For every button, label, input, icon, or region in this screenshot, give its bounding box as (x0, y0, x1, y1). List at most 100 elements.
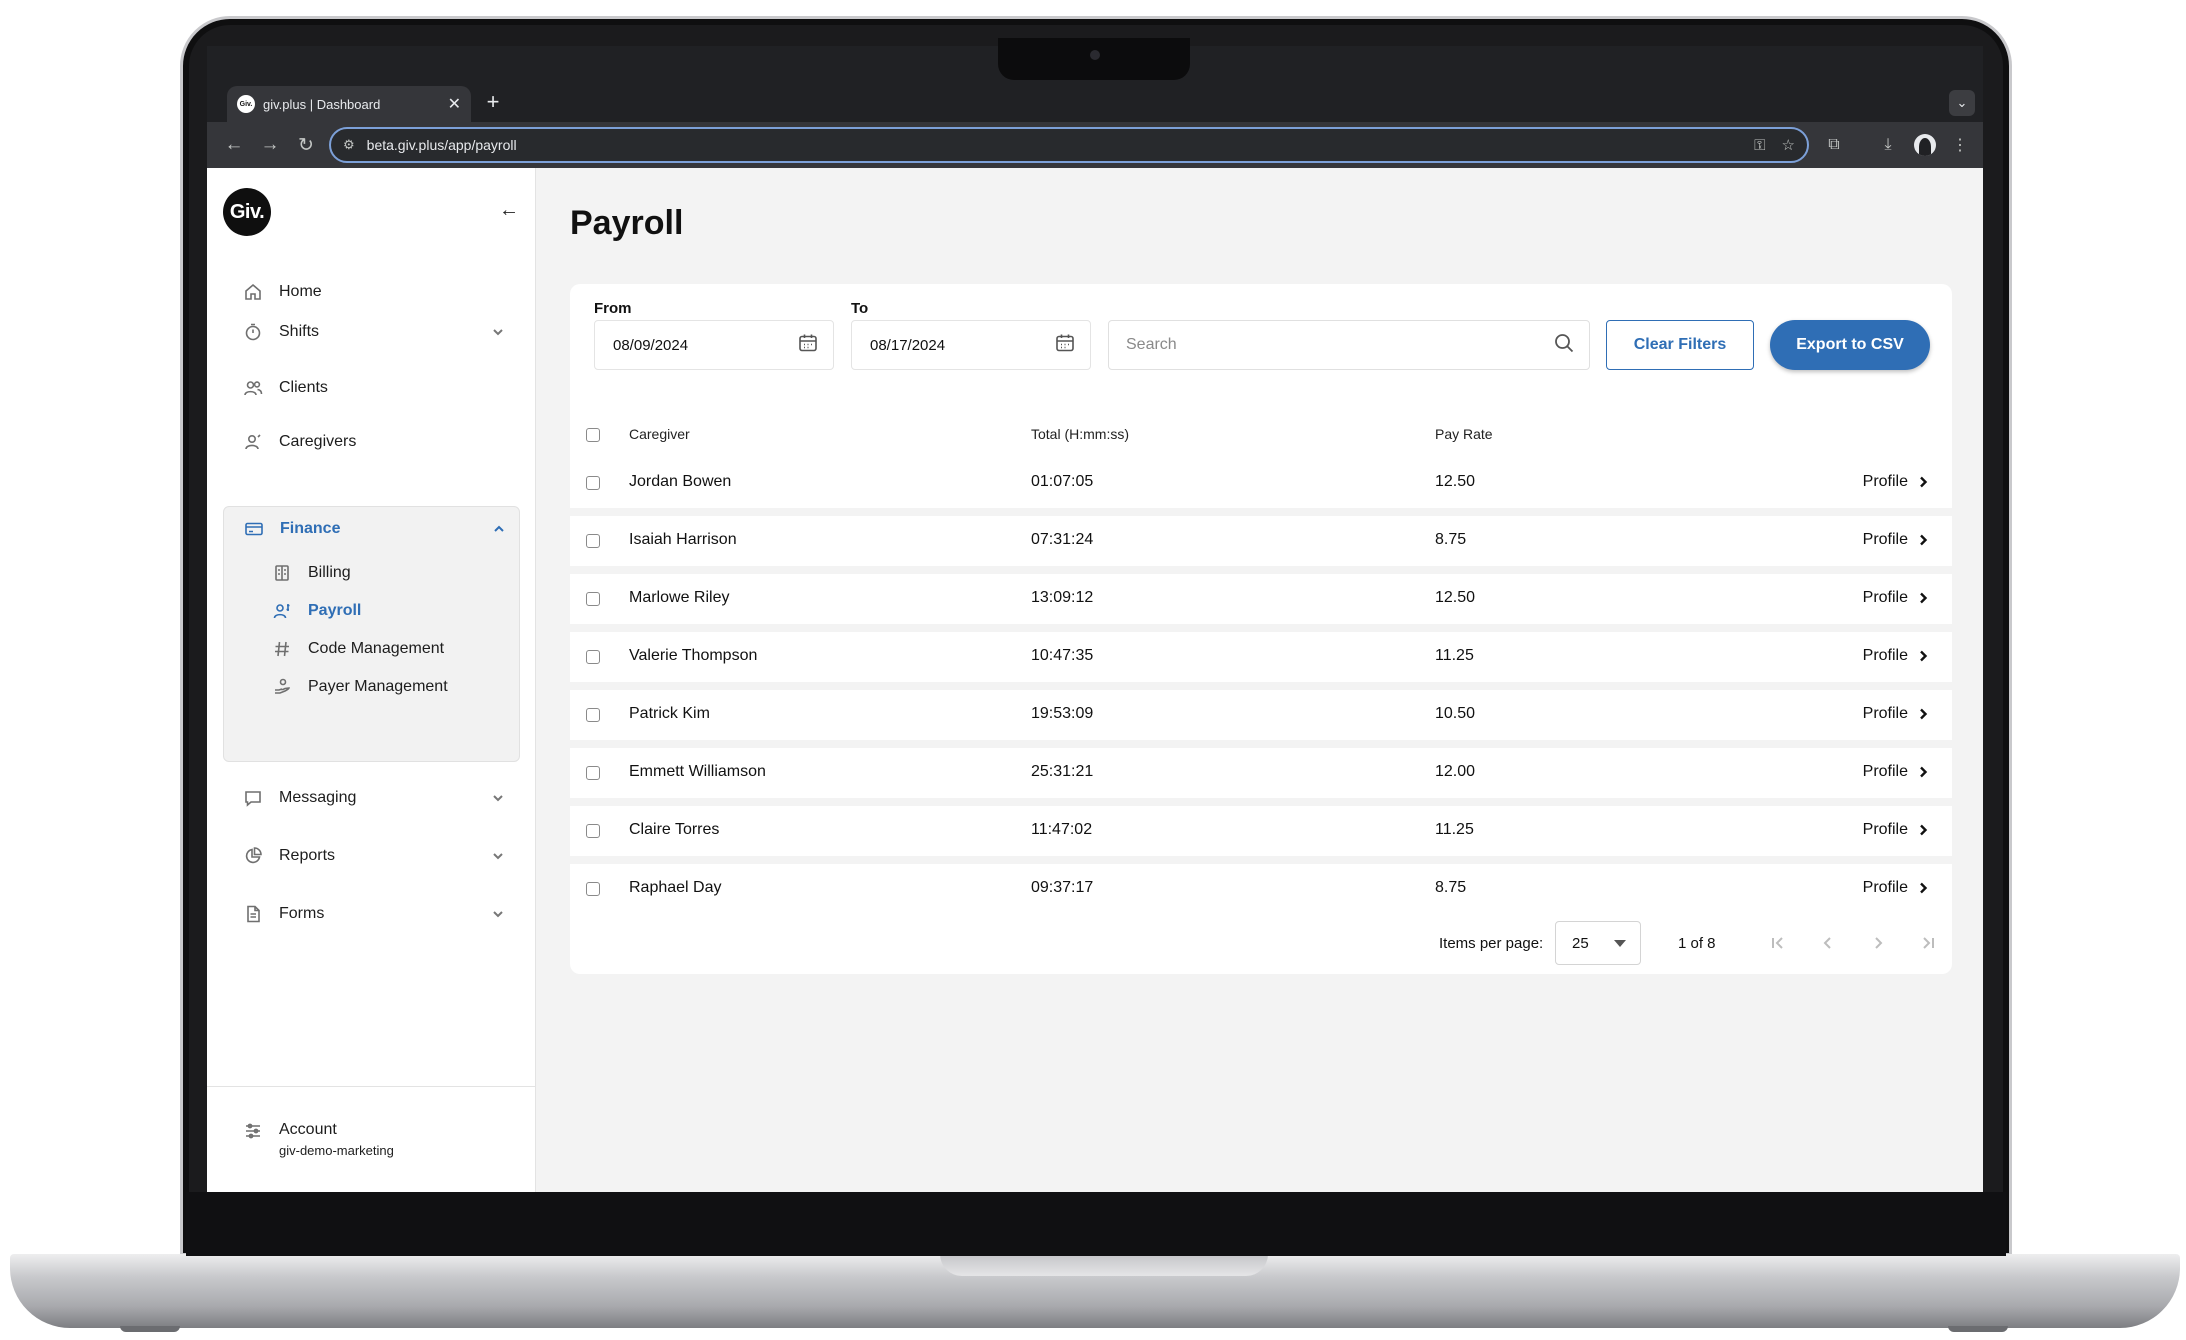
row-checkbox[interactable] (586, 708, 600, 722)
sidebar-item-messaging[interactable]: Messaging (223, 776, 520, 820)
page-title: Payroll (570, 204, 684, 242)
forward-arrow-icon[interactable]: → (257, 132, 283, 158)
previous-page-icon[interactable] (1815, 930, 1841, 956)
pay-rate: 10.50 (1435, 705, 1476, 722)
sidebar: Giv. ← Home Shifts Clients Caregivers Fi… (207, 168, 536, 1192)
giv-logo[interactable]: Giv. (223, 188, 271, 236)
sidebar-item-label: Reports (279, 847, 336, 864)
person-dollar-icon (270, 599, 294, 623)
sidebar-subitem-payroll[interactable]: Payroll (270, 591, 510, 631)
browser-tab[interactable]: Giv. giv.plus | Dashboard ✕ (227, 86, 471, 122)
reload-icon[interactable]: ↻ (293, 132, 319, 158)
chevron-down-icon (490, 324, 506, 340)
sidebar-item-home[interactable]: Home (223, 270, 520, 314)
row-checkbox[interactable] (586, 592, 600, 606)
profile-link[interactable]: Profile (1863, 763, 1930, 781)
user-icon (241, 430, 265, 454)
screen-bottom-bezel (186, 1192, 2006, 1256)
sidebar-subitem-billing[interactable]: Billing (270, 553, 510, 593)
table-row[interactable]: Patrick Kim 19:53:09 10.50 Profile (570, 690, 1952, 740)
users-icon (241, 376, 265, 400)
profile-link-label: Profile (1862, 763, 1908, 780)
clear-filters-button[interactable]: Clear Filters (1606, 320, 1754, 370)
export-csv-button[interactable]: Export to CSV (1770, 320, 1930, 370)
items-per-page-select[interactable]: 25 (1555, 921, 1641, 965)
next-page-icon[interactable] (1865, 930, 1891, 956)
sidebar-item-reports[interactable]: Reports (223, 834, 520, 878)
row-checkbox[interactable] (586, 476, 600, 490)
row-checkbox[interactable] (586, 766, 600, 780)
download-icon[interactable]: ⤓ (1875, 132, 1901, 158)
profile-link[interactable]: Profile (1863, 647, 1930, 665)
calendar-icon[interactable] (1054, 332, 1076, 358)
table-row[interactable]: Jordan Bowen 01:07:05 12.50 Profile (570, 458, 1952, 508)
sidebar-item-shifts[interactable]: Shifts (223, 310, 520, 354)
collapse-sidebar-arrow-icon[interactable]: ← (495, 196, 523, 224)
document-icon (241, 902, 265, 926)
sidebar-item-forms[interactable]: Forms (223, 892, 520, 936)
account-section[interactable]: Account giv-demo-marketing (207, 1086, 536, 1192)
row-checkbox[interactable] (586, 882, 600, 896)
row-checkbox[interactable] (586, 534, 600, 548)
profile-link[interactable]: Profile (1863, 879, 1930, 897)
back-arrow-icon[interactable]: ← (221, 132, 247, 158)
chevron-right-icon (1920, 592, 1928, 604)
sidebar-subitem-label: Code Management (308, 640, 445, 657)
column-header-total[interactable]: Total (H:mm:ss) (1031, 426, 1129, 442)
app-root: Giv. ← Home Shifts Clients Caregivers Fi… (207, 168, 1983, 1192)
tab-title: giv.plus | Dashboard (263, 96, 381, 112)
pay-rate: 12.50 (1435, 589, 1476, 606)
row-checkbox[interactable] (586, 824, 600, 838)
column-header-pay-rate[interactable]: Pay Rate (1435, 426, 1493, 442)
select-all-checkbox[interactable] (586, 428, 600, 442)
tab-search-chevron-icon[interactable]: ⌄ (1949, 90, 1975, 116)
last-page-icon[interactable] (1915, 930, 1941, 956)
sidebar-item-clients[interactable]: Clients (223, 366, 520, 410)
first-page-icon[interactable] (1765, 930, 1791, 956)
search-field[interactable] (1108, 320, 1590, 370)
address-bar[interactable]: ⚙ beta.giv.plus/app/payroll ⚿ ☆ (329, 127, 1809, 163)
kebab-menu-icon[interactable]: ⋮ (1947, 132, 1973, 158)
profile-link[interactable]: Profile (1863, 821, 1930, 839)
table-row[interactable]: Isaiah Harrison 07:31:24 8.75 Profile (570, 516, 1952, 566)
column-header-caregiver[interactable]: Caregiver (629, 426, 690, 442)
search-input[interactable] (1126, 336, 1553, 354)
sidebar-subitem-payer-management[interactable]: Payer Management (270, 667, 510, 707)
sidebar-item-finance[interactable]: Finance (224, 507, 521, 551)
table-row[interactable]: Emmett Williamson 25:31:21 12.00 Profile (570, 748, 1952, 798)
chevron-right-icon (1920, 882, 1928, 894)
sidebar-item-label: Caregivers (279, 433, 357, 450)
chevron-down-icon (490, 848, 506, 864)
caret-down-icon (1614, 939, 1626, 947)
profile-link[interactable]: Profile (1863, 705, 1930, 723)
total-time: 07:31:24 (1031, 531, 1094, 548)
password-key-icon[interactable]: ⚿ (1754, 137, 1765, 154)
to-date-field[interactable]: 08/17/2024 (851, 320, 1091, 370)
table-row[interactable]: Valerie Thompson 10:47:35 11.25 Profile (570, 632, 1952, 682)
total-time: 09:37:17 (1031, 879, 1094, 896)
row-checkbox[interactable] (586, 650, 600, 664)
calendar-icon[interactable] (797, 332, 819, 358)
site-settings-icon[interactable]: ⚙ (343, 137, 355, 153)
profile-link[interactable]: Profile (1863, 473, 1930, 491)
profile-link-label: Profile (1862, 821, 1908, 838)
from-date-field[interactable]: 08/09/2024 (594, 320, 834, 370)
table-row[interactable]: Claire Torres 11:47:02 11.25 Profile (570, 806, 1952, 856)
profile-link[interactable]: Profile (1863, 589, 1930, 607)
search-icon[interactable] (1553, 332, 1575, 359)
profile-avatar-icon[interactable] (1912, 132, 1938, 158)
payroll-card: From 08/09/2024 To 08/17/2024 Clear Filt… (570, 284, 1952, 974)
new-tab-plus-icon[interactable]: + (477, 86, 509, 118)
extensions-puzzle-icon[interactable]: ⧉ (1821, 132, 1847, 158)
caregiver-name: Raphael Day (629, 879, 722, 896)
caregiver-name: Patrick Kim (629, 705, 710, 722)
tab-close-icon[interactable]: ✕ (448, 94, 461, 114)
sidebar-item-caregivers[interactable]: Caregivers (223, 420, 520, 464)
table-row[interactable]: Raphael Day 09:37:17 8.75 Profile (570, 864, 1952, 914)
profile-link[interactable]: Profile (1863, 531, 1930, 549)
total-time: 11:47:02 (1031, 821, 1093, 838)
bookmark-star-icon[interactable]: ☆ (1782, 136, 1795, 154)
table-row[interactable]: Marlowe Riley 13:09:12 12.50 Profile (570, 574, 1952, 624)
sidebar-subitem-code-management[interactable]: Code Management (270, 629, 510, 669)
pay-rate: 8.75 (1435, 879, 1467, 896)
